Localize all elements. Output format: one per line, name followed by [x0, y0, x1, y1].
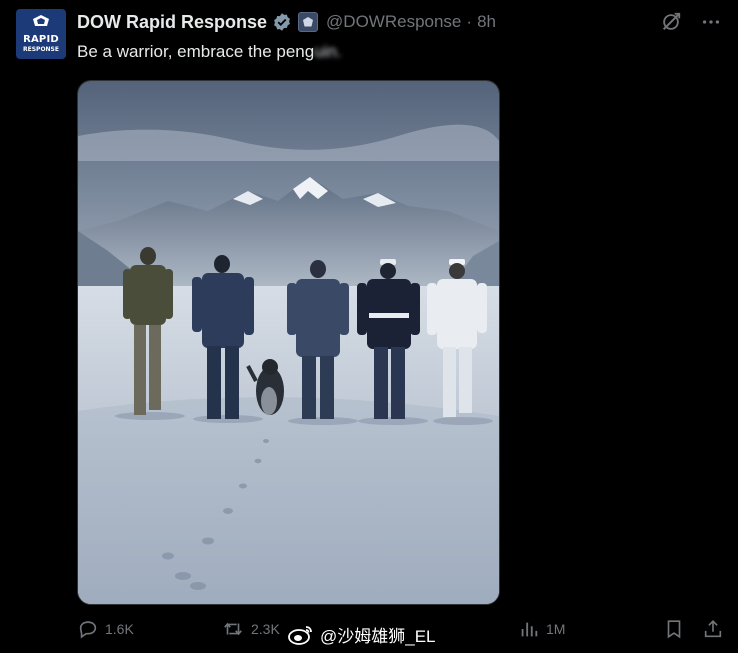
grok-icon[interactable] — [660, 11, 682, 33]
share-icon — [704, 620, 722, 638]
tweet-text-visible: Be a warrior, embrace the peng — [77, 42, 315, 61]
affiliation-badge-icon[interactable] — [298, 12, 319, 32]
bookmark-button[interactable] — [663, 618, 685, 640]
avatar[interactable]: RAPID RESPONSE — [16, 9, 66, 59]
more-icon[interactable] — [700, 11, 722, 33]
handle[interactable]: @DOWResponse — [326, 12, 461, 32]
display-name[interactable]: DOW Rapid Response — [77, 12, 267, 33]
reply-count: 1.6K — [105, 621, 134, 637]
repost-count: 2.3K — [251, 621, 280, 637]
repost-button[interactable]: 2.3K — [221, 618, 280, 640]
pentagon-emblem-icon — [33, 15, 49, 26]
bookmark-icon — [667, 620, 681, 639]
share-button[interactable] — [702, 618, 724, 640]
views-icon — [521, 622, 538, 637]
tweet-image[interactable] — [77, 80, 500, 605]
header-actions — [660, 11, 722, 33]
image-scene — [78, 81, 499, 604]
watermark: @沙姆雄狮_EL — [288, 622, 436, 647]
verified-badge-icon[interactable] — [272, 12, 292, 32]
avatar-text-line1: RAPID — [23, 34, 59, 45]
views-count: 1M — [546, 621, 566, 637]
tweet-text: Be a warrior, embrace the penguin. — [77, 42, 342, 62]
reply-button[interactable]: 1.6K — [77, 618, 134, 640]
avatar-text-line2: RESPONSE — [23, 46, 59, 53]
repost-icon — [224, 622, 242, 636]
separator-dot: · — [466, 12, 473, 31]
watermark-text: @沙姆雄狮_EL — [320, 627, 436, 646]
tweet-text-blurred: uin. — [314, 42, 342, 61]
tweet-header: DOW Rapid Response @DOWResponse · 8h — [77, 10, 496, 34]
weibo-logo-icon — [288, 625, 312, 645]
timestamp[interactable]: 8h — [477, 12, 496, 32]
reply-icon — [79, 621, 97, 639]
views-button[interactable]: 1M — [518, 618, 565, 640]
tweet: RAPID RESPONSE DOW Rapid Response @DOWRe… — [0, 0, 738, 653]
